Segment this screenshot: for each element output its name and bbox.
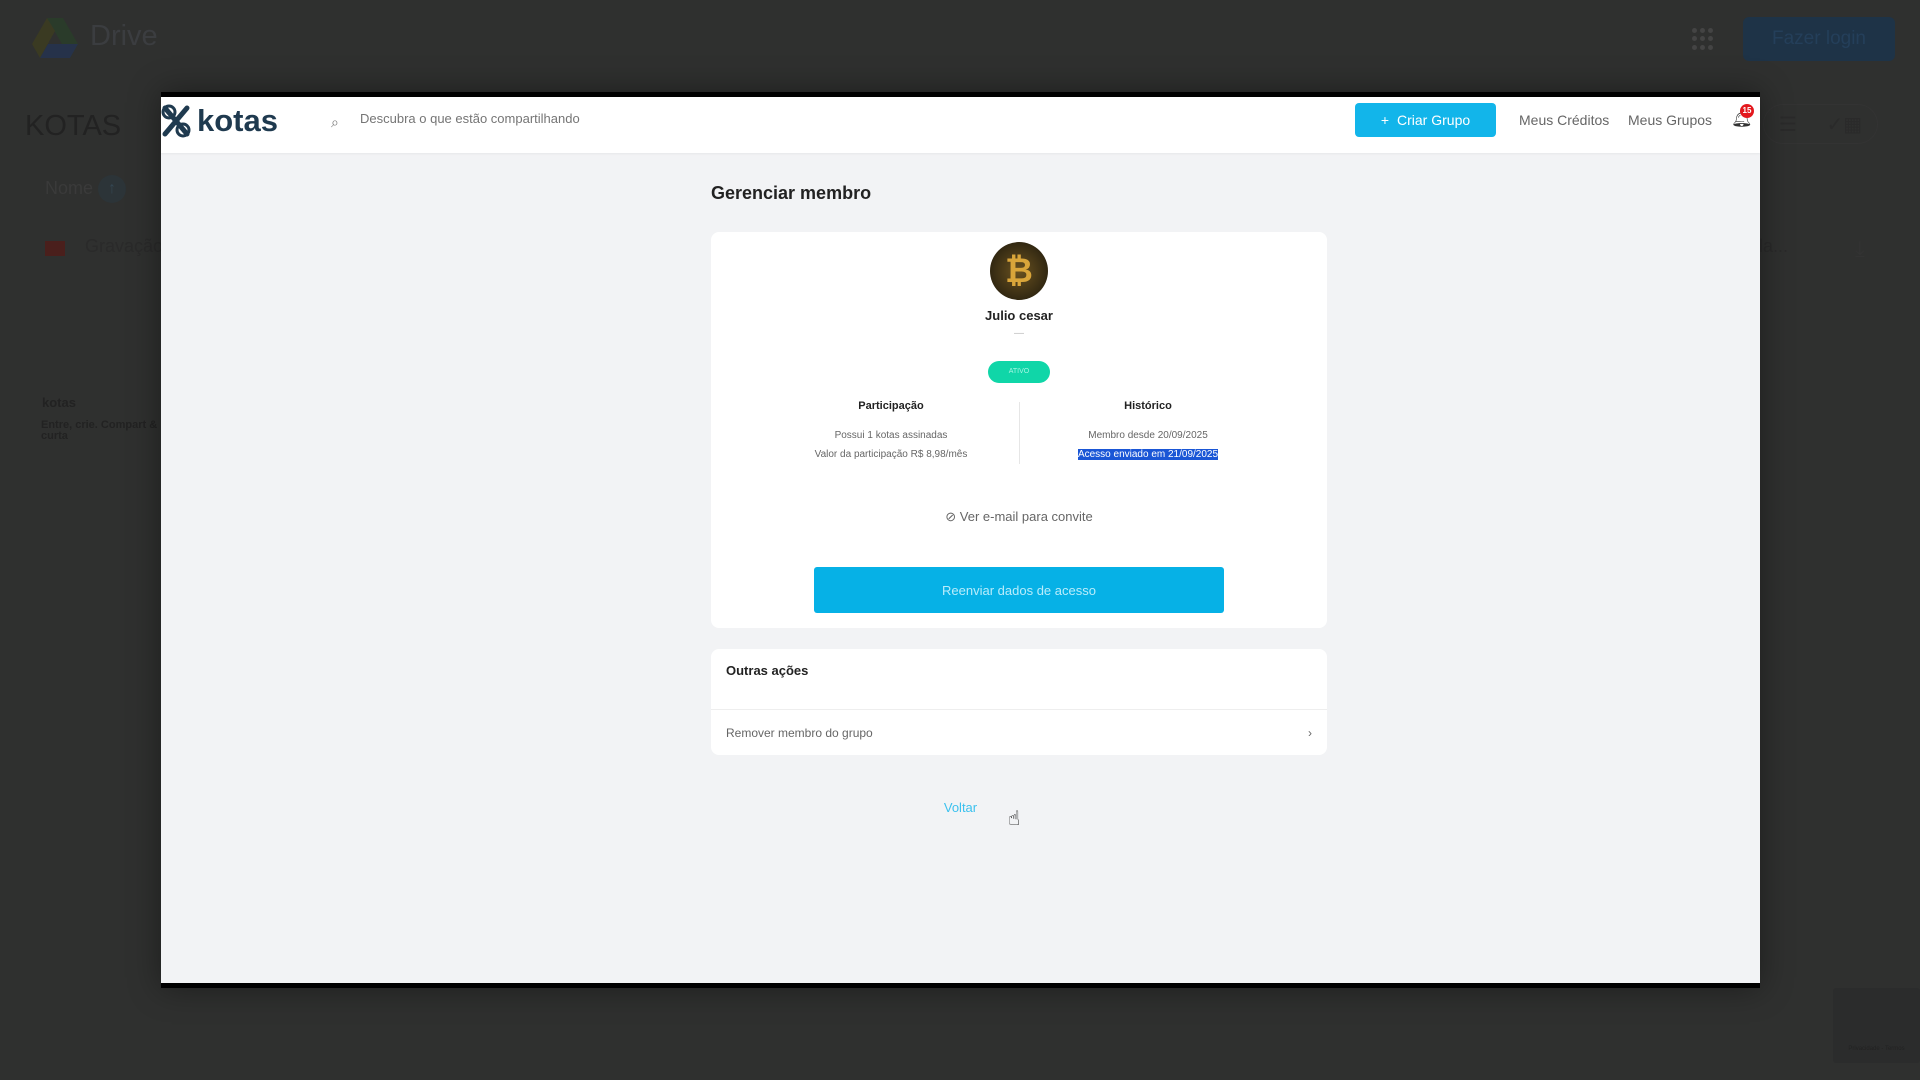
kotas-logo-icon [161, 104, 191, 138]
sort-name-label[interactable]: Nome [45, 178, 93, 199]
notification-badge: 15 [1740, 104, 1754, 118]
participation-value: Valor da participação R$ 8,98/mês [814, 449, 968, 460]
remove-member-row[interactable]: Remover membro do grupo › [711, 710, 1327, 755]
search-input[interactable] [360, 111, 760, 126]
view-email-toggle[interactable]: ⊘ Ver e-mail para convite [711, 509, 1327, 525]
create-group-button[interactable]: + Criar Grupo [1355, 103, 1496, 137]
other-actions-card: Outras ações Remover membro do grupo › [711, 649, 1327, 755]
kotas-tagline: Entre, crie. Compart & curta [41, 419, 158, 442]
top-navbar: kotas ⌕ + Criar Grupo Meus Créditos Meus … [161, 97, 1760, 153]
nav-my-credits[interactable]: Meus Créditos [1519, 112, 1609, 128]
member-card: ₿ Julio cesar — ATIVO Participação Possu… [711, 232, 1327, 628]
login-button[interactable]: Fazer login [1743, 17, 1895, 61]
file-name[interactable]: Gravação [85, 236, 163, 257]
recaptcha-badge[interactable]: Privacidade - Termos [1833, 988, 1920, 1063]
chevron-right-icon: › [1308, 725, 1312, 740]
logo-text: kotas [197, 103, 278, 138]
drive-logo-icon [32, 18, 78, 58]
participation-kotas: Possui 1 kotas assinadas [834, 430, 948, 441]
remove-member-label: Remover membro do grupo [726, 725, 873, 740]
view-email-label: Ver e-mail para convite [959, 509, 1093, 524]
create-group-label: Criar Grupo [1397, 112, 1471, 128]
access-sent: Acesso enviado em 21/09/2025 [1077, 449, 1219, 460]
sort-arrow-up-icon[interactable]: ↑ [98, 175, 126, 203]
page-title: Gerenciar membro [711, 183, 872, 203]
grid-view-icon[interactable]: ✓▦ [1826, 112, 1862, 137]
view-toggle[interactable]: ☰ ✓▦ [1763, 104, 1878, 144]
avatar: ₿ [990, 242, 1048, 300]
list-view-icon[interactable]: ☰ [1779, 112, 1797, 137]
other-actions-title: Outras ações [726, 663, 809, 678]
eye-off-icon: ⊘ [945, 509, 957, 524]
member-name: Julio cesar [985, 308, 1053, 323]
drive-title: Drive [90, 20, 158, 52]
plus-icon: + [1380, 112, 1390, 128]
apps-grid-icon[interactable] [1692, 28, 1714, 50]
hand-cursor-icon: ☝︎ [1008, 808, 1021, 830]
kotas-logo[interactable]: kotas [161, 103, 278, 139]
history-title: Histórico [1124, 400, 1172, 412]
back-link[interactable]: Voltar [161, 800, 1760, 815]
status-badge: ATIVO [988, 361, 1050, 383]
participation-section: Participação Possui 1 kotas assinadas Va… [761, 400, 1021, 464]
folder-title: KOTAS [25, 110, 122, 142]
kotas-brand-small: kotas [42, 395, 76, 410]
member-since: Membro desde 20/09/2025 [1088, 430, 1208, 441]
history-section: Histórico Membro desde 20/09/2025 Acesso… [1018, 400, 1278, 464]
search-icon: ⌕ [331, 114, 339, 130]
participation-title: Participação [858, 400, 924, 412]
resend-access-button[interactable]: Reenviar dados de acesso [814, 567, 1224, 613]
download-icon[interactable]: ⤓ [1855, 236, 1865, 262]
video-file-icon [45, 241, 65, 256]
kotas-window: kotas ⌕ + Criar Grupo Meus Créditos Meus … [161, 92, 1760, 988]
member-subtitle: — [1014, 328, 1024, 339]
nav-my-groups[interactable]: Meus Grupos [1628, 112, 1712, 128]
